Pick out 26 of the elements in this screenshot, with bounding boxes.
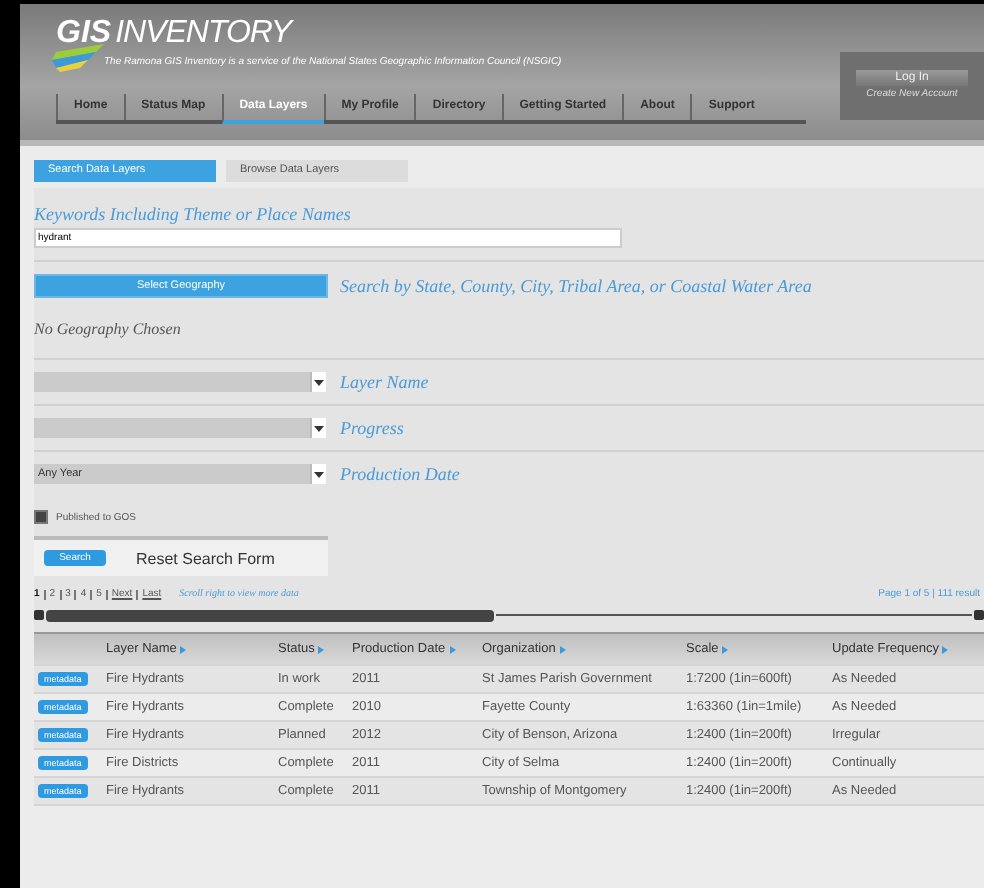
reset-link[interactable]: Reset Search Form (136, 549, 275, 567)
geography-status: No Geography Chosen (34, 320, 183, 338)
logo-text: INVENTORY (115, 16, 292, 50)
logo-text: GIS (56, 16, 112, 50)
field-label: Production Date (340, 464, 460, 484)
field-label: Search by State, County, City, Tribal Area, or Coastal Water Area (340, 276, 812, 296)
sort-arrow-icon[interactable] (180, 645, 187, 653)
sort-arrow-icon[interactable] (449, 645, 456, 653)
checkbox[interactable] (34, 510, 48, 524)
sort-arrow-icon[interactable] (942, 645, 949, 653)
sort-arrow-icon[interactable] (559, 645, 566, 653)
dropdown-arrow-icon (314, 425, 324, 431)
scrollbar-thumb[interactable] (46, 609, 494, 621)
dropdown-arrow-icon (314, 471, 324, 477)
dropdown[interactable] (34, 372, 326, 392)
field-label: Keywords Including Theme or Place Names (34, 204, 353, 224)
dropdown-arrow-icon (314, 379, 324, 385)
scroll-left-button[interactable] (34, 610, 44, 620)
dropdown[interactable] (34, 418, 326, 438)
scroll-right-button[interactable] (974, 610, 984, 620)
sort-arrow-icon[interactable] (318, 645, 325, 653)
sort-arrow-icon[interactable] (722, 645, 729, 653)
horizontal-scrollbar[interactable] (34, 608, 984, 622)
field-label: Layer Name (340, 372, 429, 392)
field-label: Progress (340, 418, 404, 438)
logo-stripes-icon (52, 44, 108, 72)
